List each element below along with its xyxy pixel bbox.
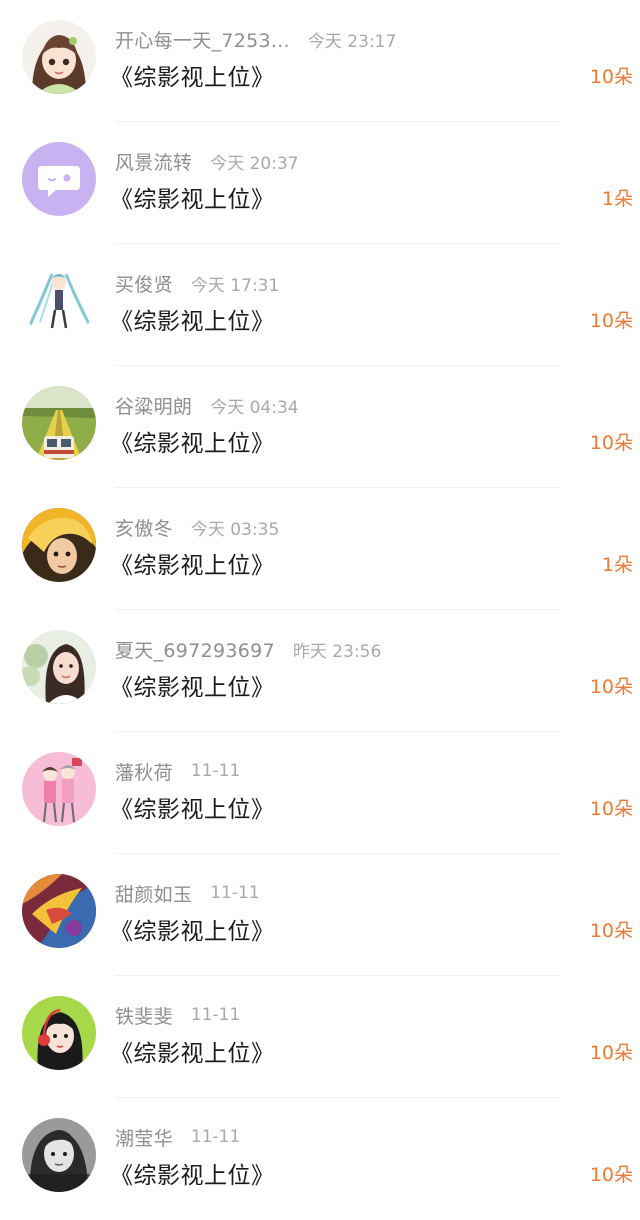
pink-cartoon-couple-avatar[interactable] (22, 752, 96, 826)
user-name[interactable]: 风景流转 (115, 148, 192, 175)
timestamp: 11-11 (190, 1127, 241, 1147)
timestamp: 11-11 (210, 883, 260, 903)
list-item[interactable]: 藩秋荷 11-11 《综影视上位》 10朵 (0, 732, 640, 854)
flower-count: 10朵 (589, 1164, 633, 1186)
reward-list: 开心每一天_7253... 今天 23:17 《综影视上位》 10朵 风景流转 … (0, 0, 640, 1210)
flower-count: 10朵 (589, 676, 633, 698)
user-name[interactable]: 藩秋荷 (115, 758, 173, 785)
list-item[interactable]: 夏天_697293697 昨天 23:56 《综影视上位》 10朵 (0, 610, 640, 732)
list-item[interactable]: 买俊贤 今天 17:31 《综影视上位》 10朵 (0, 244, 640, 366)
flower-count: 10朵 (589, 798, 633, 820)
user-name[interactable]: 夏天_697293697 (115, 636, 275, 663)
flower-count: 10朵 (589, 1042, 633, 1064)
train-landscape-avatar[interactable] (22, 386, 96, 460)
user-name[interactable]: 开心每一天_7253... (115, 26, 290, 53)
book-title[interactable]: 《综影视上位》 (110, 302, 275, 336)
colorful-painting-avatar[interactable] (22, 874, 96, 948)
book-title[interactable]: 《综影视上位》 (110, 180, 275, 214)
list-item[interactable]: 开心每一天_7253... 今天 23:17 《综影视上位》 10朵 (0, 0, 640, 122)
book-title[interactable]: 《综影视上位》 (110, 668, 275, 702)
timestamp: 11-11 (190, 1005, 241, 1025)
user-name[interactable]: 亥傲冬 (115, 514, 173, 541)
flower-count: 10朵 (589, 920, 633, 942)
woman-photo-avatar[interactable] (22, 630, 96, 704)
timestamp: 昨天 23:56 (292, 641, 382, 662)
timestamp: 今天 20:37 (210, 153, 299, 174)
user-name[interactable]: 甜颜如玉 (115, 880, 192, 907)
book-title[interactable]: 《综影视上位》 (110, 912, 275, 946)
flower-count: 10朵 (589, 66, 633, 88)
book-title[interactable]: 《综影视上位》 (110, 1156, 275, 1190)
user-name[interactable]: 谷粱明朗 (115, 392, 192, 419)
timestamp: 11-11 (190, 761, 241, 781)
timestamp: 今天 23:17 (307, 31, 397, 52)
user-name[interactable]: 铁斐斐 (115, 1002, 173, 1029)
headphone-girl-avatar[interactable] (22, 996, 96, 1070)
list-item[interactable]: 亥傲冬 今天 03:35 《综影视上位》 1朵 (0, 488, 640, 610)
flower-count: 1朵 (601, 188, 633, 210)
list-item[interactable]: 潮莹华 11-11 《综影视上位》 10朵 (0, 1098, 640, 1220)
book-title[interactable]: 《综影视上位》 (110, 58, 275, 92)
list-item[interactable]: 风景流转 今天 20:37 《综影视上位》 1朵 (0, 122, 640, 244)
flower-count: 1朵 (601, 554, 633, 576)
book-title[interactable]: 《综影视上位》 (110, 1034, 275, 1068)
anime-figure-avatar[interactable] (22, 264, 96, 338)
timestamp: 今天 03:35 (190, 519, 280, 540)
list-item[interactable]: 谷粱明朗 今天 04:34 《综影视上位》 10朵 (0, 366, 640, 488)
timestamp: 今天 17:31 (190, 275, 280, 296)
anime-girl-avatar[interactable] (22, 20, 96, 94)
user-name[interactable]: 潮莹华 (115, 1124, 173, 1151)
book-title[interactable]: 《综影视上位》 (110, 790, 275, 824)
book-title[interactable]: 《综影视上位》 (110, 546, 275, 580)
flower-count: 10朵 (589, 310, 633, 332)
list-item[interactable]: 甜颜如玉 11-11 《综影视上位》 10朵 (0, 854, 640, 976)
flower-count: 10朵 (589, 432, 633, 454)
user-name[interactable]: 买俊贤 (115, 270, 173, 297)
bw-girl-avatar[interactable] (22, 1118, 96, 1192)
timestamp: 今天 04:34 (210, 397, 299, 418)
list-item[interactable]: 铁斐斐 11-11 《综影视上位》 10朵 (0, 976, 640, 1098)
default-chat-bubble-avatar[interactable] (22, 142, 96, 216)
blonde-portrait-avatar[interactable] (22, 508, 96, 582)
book-title[interactable]: 《综影视上位》 (110, 424, 275, 458)
